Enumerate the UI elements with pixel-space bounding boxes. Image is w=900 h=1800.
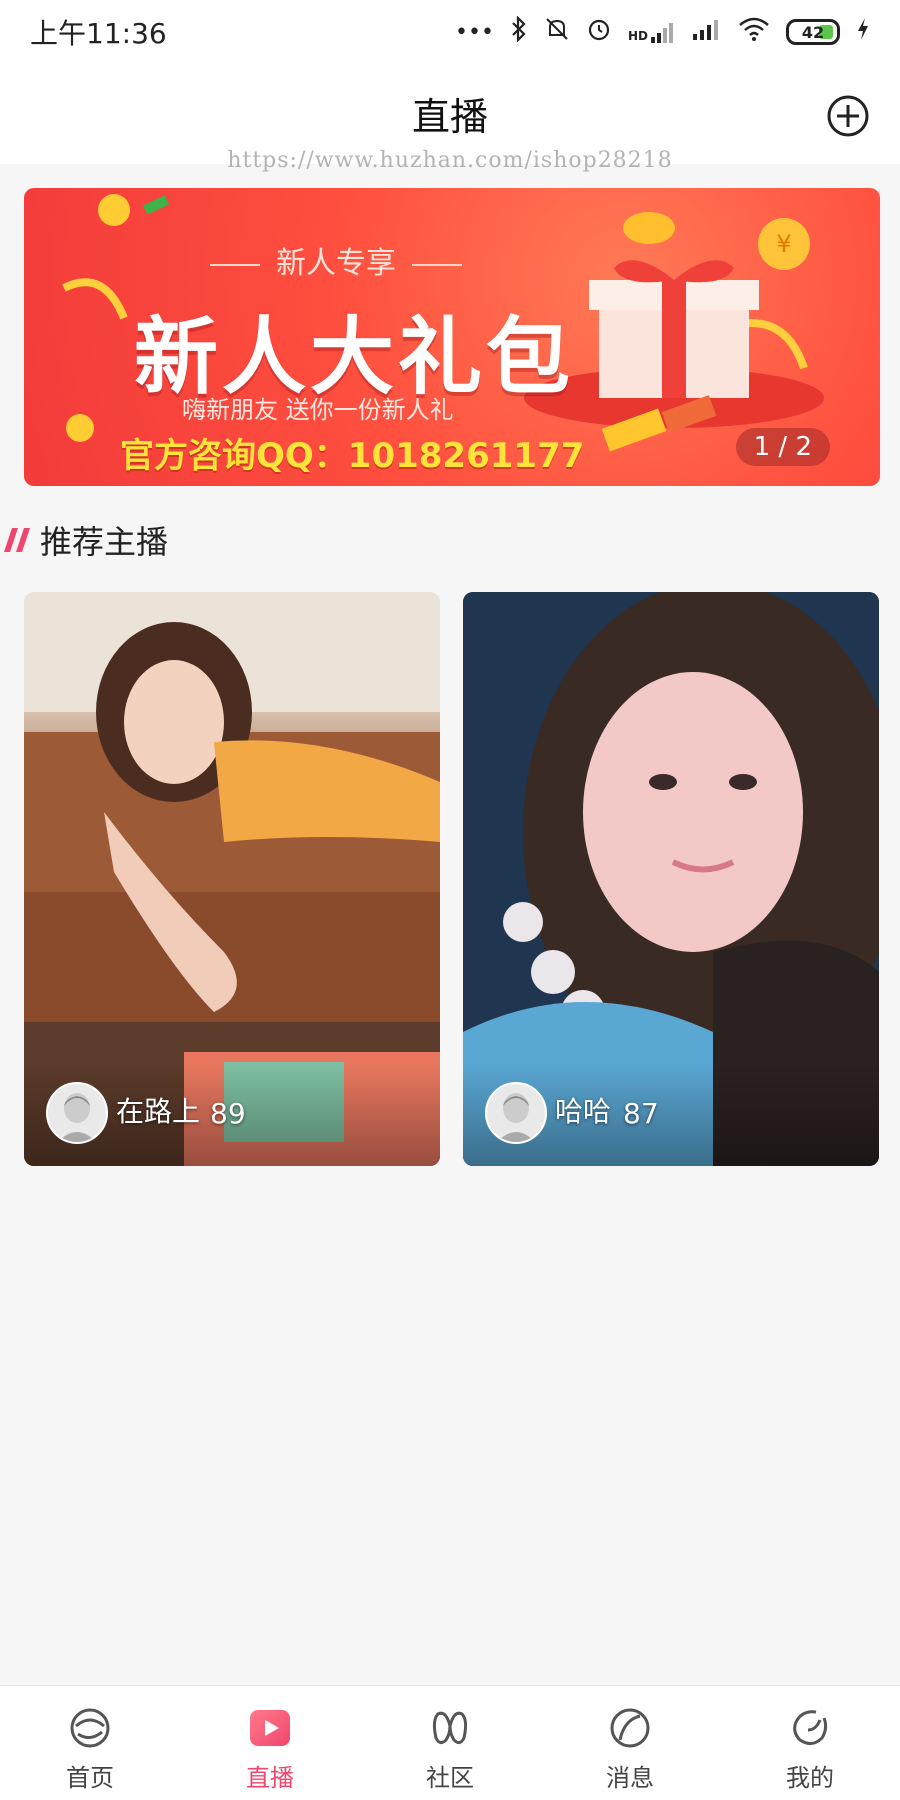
message-icon [610, 1708, 650, 1748]
streamer-count: 89 [210, 1097, 246, 1130]
status-icons: ••• HD 42 [455, 15, 870, 48]
status-time: 上午11:36 [30, 17, 167, 50]
cell-signal-hd-icon: HD [628, 21, 676, 43]
charging-icon [856, 17, 870, 47]
avatar-icon [487, 1084, 545, 1142]
plus-circle-icon[interactable] [826, 94, 870, 138]
banner-subtitle: 新人专享 [194, 238, 478, 282]
page-title: 直播 [411, 95, 488, 139]
bottom-tab-bar: 首页 直播 社区 消息 我的 [0, 1685, 900, 1800]
banner-qq-contact: 官方咨询QQ：1018261177 [120, 436, 585, 476]
promo-banner[interactable]: ¥ 新人专享 新人大礼包 嗨新朋友 送你一份新人礼 官方咨询QQ：1018261… [24, 188, 880, 486]
section-title: 推荐主播 [40, 523, 169, 561]
avatar [46, 1082, 108, 1144]
tab-label: 消息 [606, 1764, 654, 1792]
wifi-icon [738, 17, 770, 47]
community-icon [432, 1711, 468, 1745]
profile-icon [793, 1710, 828, 1745]
banner-pager: 1 / 2 [735, 428, 830, 466]
streamer-name: 在路上 [116, 1095, 201, 1128]
section-header: 推荐主播 [0, 518, 168, 562]
mute-bell-icon [544, 16, 570, 48]
home-swirl-icon [70, 1708, 110, 1748]
tab-live[interactable]: 直播 [180, 1686, 360, 1800]
battery-icon: 42 [786, 19, 840, 45]
bluetooth-icon [510, 15, 528, 48]
svg-text:¥: ¥ [776, 230, 791, 258]
streamer-card[interactable]: 在路上 89 [24, 592, 440, 1166]
tab-home[interactable]: 首页 [0, 1686, 180, 1800]
tab-community[interactable]: 社区 [360, 1686, 540, 1800]
avatar [485, 1082, 547, 1144]
network-label: HD [627, 29, 648, 43]
tab-label: 我的 [786, 1764, 834, 1792]
watermark-text: https://www.huzhan.com/ishop28218 [227, 148, 673, 173]
streamer-count: 87 [623, 1097, 659, 1130]
tab-profile[interactable]: 我的 [720, 1686, 900, 1800]
more-dots-icon: ••• [455, 19, 494, 45]
cell-signal-icon [692, 18, 722, 46]
tab-label: 社区 [426, 1764, 474, 1792]
streamer-name: 哈哈 [555, 1095, 612, 1128]
battery-level: 42 [801, 22, 825, 42]
nav-bar: 直播 https://www.huzhan.com/ishop28218 [0, 64, 900, 173]
banner-description: 嗨新朋友 送你一份新人礼 [182, 396, 454, 424]
streamer-card[interactable]: 哈哈 87 [463, 592, 879, 1166]
tab-messages[interactable]: 消息 [540, 1686, 720, 1800]
tab-label: 直播 [246, 1764, 294, 1792]
tab-label: 首页 [66, 1764, 114, 1792]
alarm-icon [586, 16, 612, 48]
avatar-icon [48, 1084, 106, 1142]
section-marker-icon [4, 528, 30, 552]
status-bar: 上午11:36 ••• HD 42 [0, 0, 900, 64]
live-play-icon [250, 1710, 290, 1746]
